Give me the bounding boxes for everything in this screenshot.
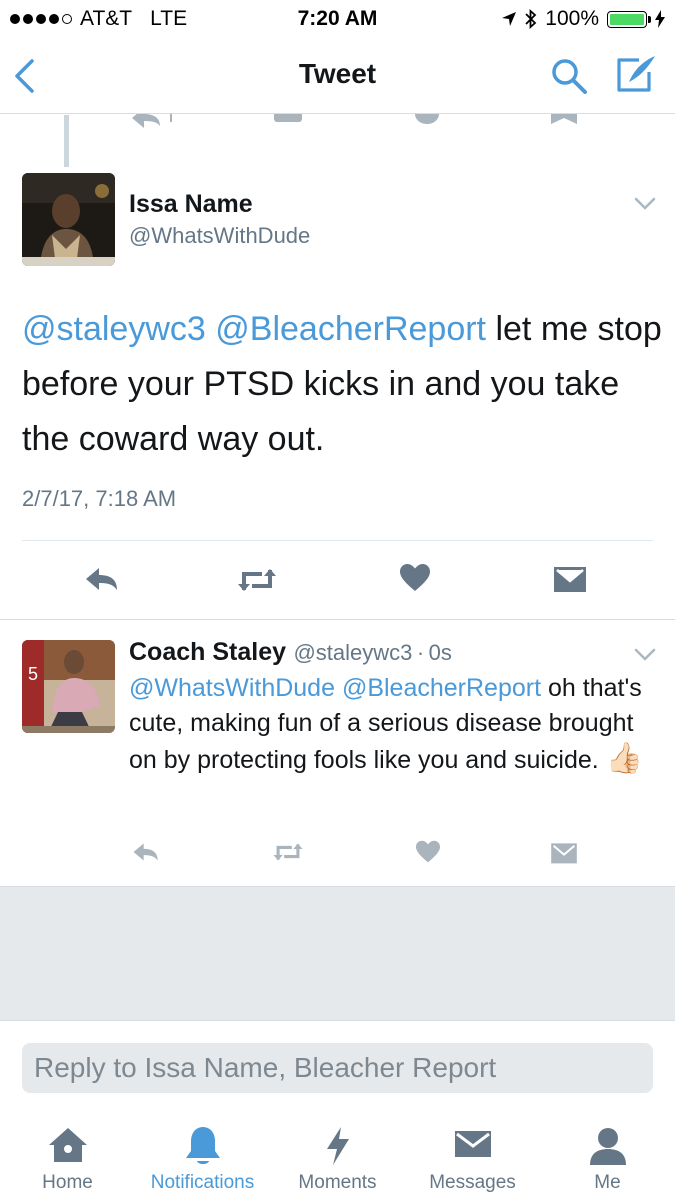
home-icon xyxy=(49,1128,87,1162)
reply-header: Coach Staley @staleywc3 · 0s xyxy=(129,638,452,667)
retweet-icon[interactable] xyxy=(272,841,304,863)
status-bar: AT&T LTE 7:20 AM 100% xyxy=(0,0,675,38)
avatar-photo: 5 xyxy=(22,640,115,733)
direct-message-icon[interactable] xyxy=(550,114,578,128)
reply-icon[interactable] xyxy=(132,841,160,863)
status-right: 100% xyxy=(501,7,665,31)
tweet-actions xyxy=(0,836,675,872)
tweet-timestamp: 2/7/17, 7:18 AM xyxy=(22,486,177,511)
direct-message-icon[interactable] xyxy=(553,564,587,594)
bell-icon xyxy=(186,1127,220,1164)
retweet-icon[interactable] xyxy=(236,566,278,594)
previous-tweet-actions xyxy=(0,114,675,132)
thumbs-up-emoji: 👍🏻 xyxy=(605,742,644,775)
author-handle[interactable]: @WhatsWithDude xyxy=(129,223,310,249)
empty-area xyxy=(0,886,675,1021)
divider xyxy=(22,540,653,541)
avatar-photo xyxy=(22,173,115,266)
tab-label: Notifications xyxy=(150,1172,255,1193)
mention-link[interactable]: @BleacherReport xyxy=(342,674,541,702)
author-name[interactable]: Issa Name xyxy=(129,190,253,219)
envelope-icon xyxy=(455,1131,491,1157)
tab-label: Messages xyxy=(429,1172,516,1193)
tweet-actions xyxy=(0,555,675,605)
relative-time: 0s xyxy=(428,640,452,665)
author-name[interactable]: Coach Staley xyxy=(129,638,286,666)
lightning-icon xyxy=(327,1127,349,1165)
compose-icon[interactable] xyxy=(615,54,657,94)
author-handle[interactable]: @staleywc3 xyxy=(293,640,412,665)
separator-dot: · xyxy=(416,640,425,665)
avatar[interactable]: 5 xyxy=(22,640,115,733)
bluetooth-icon xyxy=(525,9,537,29)
retweet-icon[interactable] xyxy=(272,114,304,130)
mention-link[interactable]: @staleywc3 xyxy=(22,310,206,348)
chevron-down-icon[interactable] xyxy=(634,648,656,662)
location-arrow-icon xyxy=(502,12,517,26)
reply-placeholder: Reply to Issa Name, Bleacher Report xyxy=(34,1052,497,1083)
nav-bar: Tweet xyxy=(0,38,675,114)
svg-text:5: 5 xyxy=(28,664,38,684)
tab-label: Moments xyxy=(298,1172,377,1193)
like-heart-icon[interactable] xyxy=(415,840,441,864)
reply-icon[interactable] xyxy=(130,114,176,130)
chevron-down-icon[interactable] xyxy=(634,197,656,211)
divider xyxy=(0,619,675,620)
charging-bolt-icon xyxy=(655,10,665,28)
tweet-text: @staleywc3 @BleacherReport let me stop b… xyxy=(22,302,662,467)
avatar[interactable] xyxy=(22,173,115,266)
person-icon xyxy=(590,1128,626,1165)
tab-label: Me xyxy=(594,1172,621,1193)
mention-link[interactable]: @WhatsWithDude xyxy=(129,674,335,702)
reply-input[interactable]: Reply to Issa Name, Bleacher Report xyxy=(22,1043,653,1093)
like-heart-icon[interactable] xyxy=(399,563,431,593)
reply-tweet-text: @WhatsWithDude @BleacherReport oh that's… xyxy=(129,671,654,778)
like-heart-icon[interactable] xyxy=(414,114,440,128)
reply-icon[interactable] xyxy=(84,565,120,593)
battery-icon xyxy=(607,10,651,28)
mention-link[interactable]: @BleacherReport xyxy=(215,310,486,348)
battery-percent: 100% xyxy=(545,7,599,30)
tab-label: Home xyxy=(42,1172,93,1193)
search-icon[interactable] xyxy=(549,56,589,96)
direct-message-icon[interactable] xyxy=(550,841,578,865)
